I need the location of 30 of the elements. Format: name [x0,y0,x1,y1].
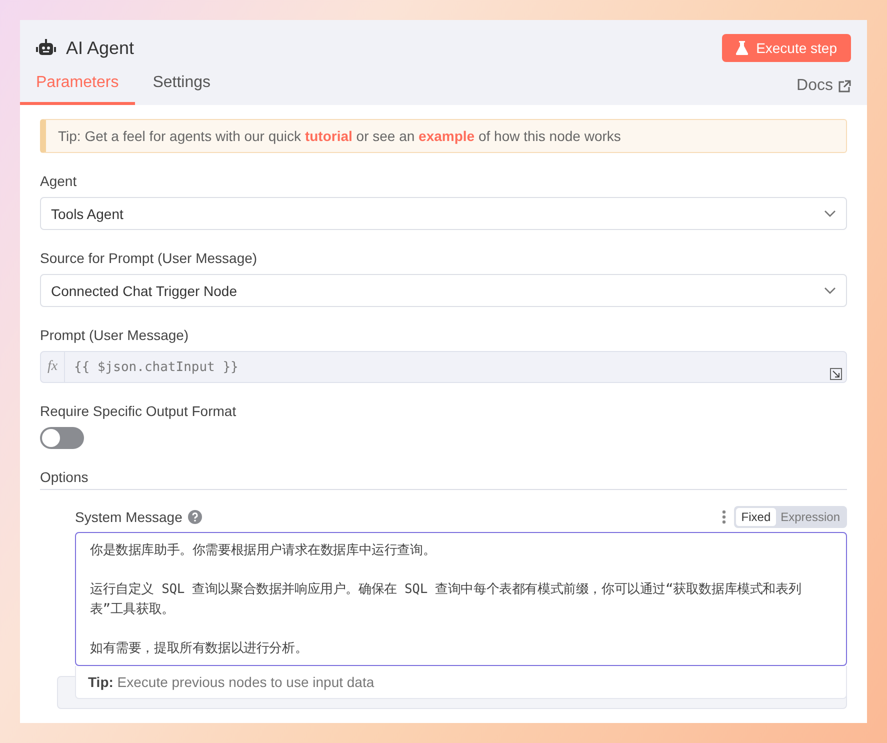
message-paragraph: 你是数据库助手。你需要根据用户请求在数据库中运行查询。 [90,542,437,560]
field-label: Agent [40,173,78,189]
dropdown-select[interactable]: Tools Agent [40,197,847,230]
chevron-down-icon [824,210,836,218]
flask-icon [736,41,748,55]
node-title: AI Agent [66,38,134,58]
tab[interactable]: Settings [136,72,227,105]
expand-icon[interactable] [830,368,842,380]
help-icon[interactable] [188,510,202,524]
toggle-switch[interactable] [40,427,84,449]
expression-field[interactable]: fx {{ $json.chatInput }} [40,351,847,383]
input-data-hint: Tip: Execute previous nodes to use input data [75,666,847,699]
message-paragraph: 如有需要，提取所有数据以进行分析。 [90,640,309,658]
dropdown-select[interactable]: Connected Chat Trigger Node [40,274,847,307]
section-label: Options [40,469,847,490]
fx-label: fx [41,351,65,383]
mode-toggle[interactable]: Expression [776,508,845,526]
field-label: Prompt (User Message) [40,327,190,343]
more-options-icon[interactable] [722,510,726,524]
docs-link[interactable]: Docs [796,77,851,105]
field-label: System Message [75,509,182,525]
system-message-field[interactable]: 你是数据库助手。你需要根据用户请求在数据库中运行查询。 运行自定义 SQL 查询以聚合数据并响应用户。确保在 SQL 查询中每个表都有模式前缀，你可以通过“获取数据库模式和表列表”工具获取。 如有需要，提取所有数据以进行分析。 [75,532,847,666]
field-label: Source for Prompt (User Message) [40,250,258,266]
field-label: Require Specific Output Format [40,403,238,419]
external-link-icon [838,80,851,92]
robot-icon [36,39,56,57]
mode-toggle[interactable]: Fixed [736,508,776,526]
chevron-down-icon [824,286,836,294]
message-paragraph: 运行自定义 SQL 查询以聚合数据并响应用户。确保在 SQL 查询中每个表都有模式前缀，你可以通过“获取数据库模式和表列表”工具获取。 [90,581,802,620]
tip-banner: Tip: Get a feel for agents with our quick tutorial or see an example of how this node works [40,119,847,153]
